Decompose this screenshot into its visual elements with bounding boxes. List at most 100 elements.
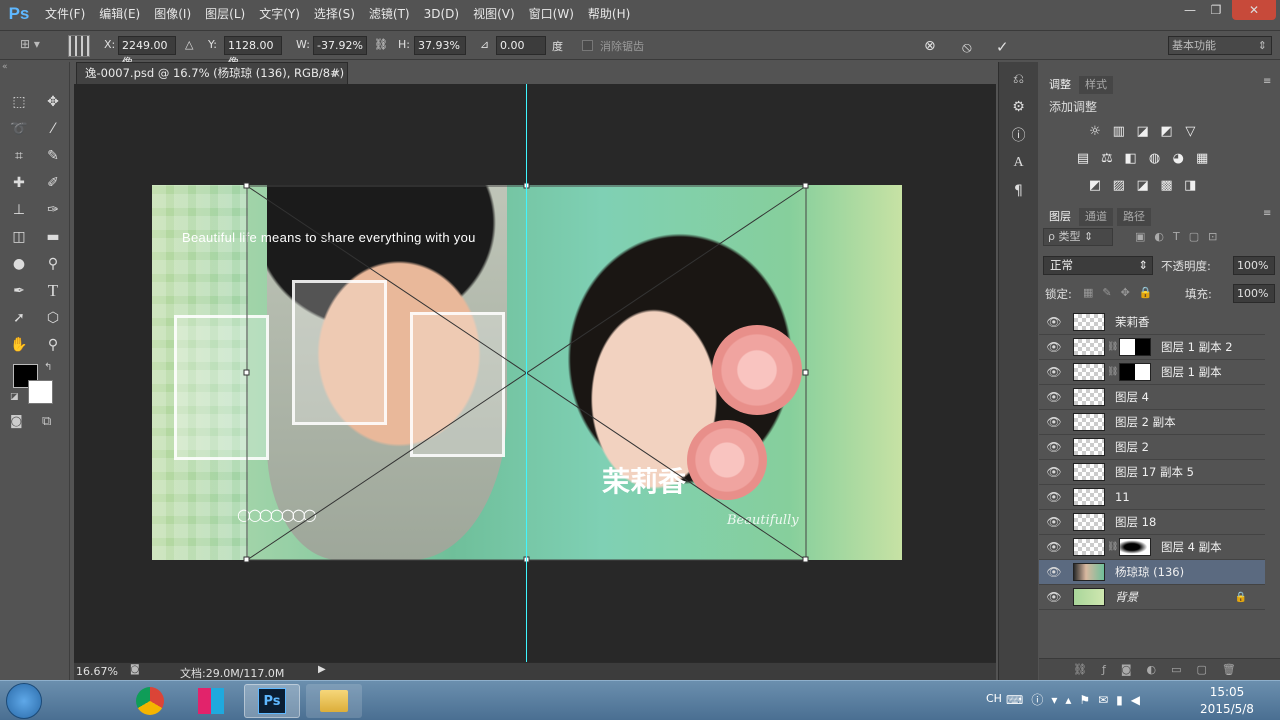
move-tool-icon[interactable]: ✥ bbox=[40, 90, 66, 114]
brightness-icon[interactable]: ☼ bbox=[1085, 122, 1105, 140]
hue-saturation-icon[interactable]: ▤ bbox=[1073, 149, 1093, 167]
blend-mode-select[interactable]: 正常 ⇕ bbox=[1043, 256, 1153, 275]
eraser-tool-icon[interactable]: ◫ bbox=[6, 225, 32, 249]
menu-view[interactable]: 视图(V) bbox=[466, 0, 522, 28]
eye-icon[interactable]: 👁 bbox=[1039, 390, 1069, 404]
tab-layers[interactable]: 图层 bbox=[1043, 208, 1077, 226]
gradient-tool-icon[interactable]: ▬ bbox=[40, 225, 66, 249]
clock-time[interactable]: 15:05 bbox=[1200, 685, 1254, 699]
transform-preset-icon[interactable]: ⊞ ▾ bbox=[20, 37, 56, 55]
collapse-icon[interactable]: « bbox=[2, 62, 8, 72]
layer-row[interactable]: 👁 ⛓ 图层 1 副本 bbox=[1039, 360, 1265, 385]
quick-select-tool-icon[interactable]: ⁄ bbox=[40, 117, 66, 141]
color-balance-icon[interactable]: ⚖ bbox=[1097, 149, 1117, 167]
character-panel-icon[interactable]: A bbox=[1007, 152, 1031, 174]
width-input[interactable]: -37.92% bbox=[313, 36, 367, 55]
invert-icon[interactable]: ◩ bbox=[1085, 176, 1105, 194]
layer-row[interactable]: 👁 ⛓ 图层 4 副本 bbox=[1039, 535, 1265, 560]
quick-mask-icon[interactable]: ◙ bbox=[10, 414, 23, 429]
explorer-taskbar-button[interactable] bbox=[306, 684, 362, 718]
crop-tool-icon[interactable]: ⌗ bbox=[6, 144, 32, 168]
photoshop-taskbar-button[interactable]: Ps bbox=[244, 684, 300, 718]
store-taskbar-button[interactable] bbox=[183, 684, 239, 718]
eye-icon[interactable]: 👁 bbox=[1039, 340, 1069, 354]
layer-row[interactable]: 👁 图层 18 bbox=[1039, 510, 1265, 535]
eye-icon[interactable]: 👁 bbox=[1039, 515, 1069, 529]
tab-styles[interactable]: 样式 bbox=[1079, 76, 1113, 94]
brush-tool-icon[interactable]: ✐ bbox=[40, 171, 66, 195]
lock-icons[interactable]: ▦✎✥🔒 bbox=[1083, 286, 1162, 299]
transform-handle[interactable] bbox=[802, 556, 809, 563]
eye-icon[interactable]: 👁 bbox=[1039, 440, 1069, 454]
reference-point-icon[interactable] bbox=[68, 35, 90, 57]
marquee-tool-icon[interactable]: ⬚ bbox=[6, 90, 32, 114]
y-input[interactable]: 1128.00 像 bbox=[224, 36, 282, 69]
angle-input[interactable]: 0.00 bbox=[496, 36, 546, 55]
menu-type[interactable]: 文字(Y) bbox=[252, 0, 307, 28]
document-tab[interactable]: 逸-0007.psd @ 16.7% (杨琼琼 (136), RGB/8#) × bbox=[76, 62, 348, 84]
commit-transform-icon[interactable]: ✓ bbox=[996, 38, 1009, 56]
info-panel-icon[interactable]: ⓘ bbox=[1007, 124, 1031, 146]
posterize-icon[interactable]: ▨ bbox=[1109, 176, 1129, 194]
restore-button[interactable]: ❐ bbox=[1198, 0, 1234, 20]
transform-handle[interactable] bbox=[243, 556, 250, 563]
vibrance-icon[interactable]: ▽ bbox=[1180, 122, 1200, 140]
fill-input[interactable]: 100% bbox=[1233, 284, 1275, 303]
layer-filter-select[interactable]: ρ 类型 ⇕ bbox=[1043, 228, 1113, 246]
layer-row[interactable]: 👁 11 bbox=[1039, 485, 1265, 510]
selective-color-icon[interactable]: ▩ bbox=[1156, 176, 1176, 194]
history-panel-icon[interactable]: ⎌ bbox=[1007, 68, 1031, 90]
layer-row[interactable]: 👁 茉莉香 bbox=[1039, 310, 1265, 335]
eyedropper-tool-icon[interactable]: ✎ bbox=[40, 144, 66, 168]
eye-icon[interactable]: 👁 bbox=[1039, 540, 1069, 554]
clone-stamp-icon[interactable]: ⊥ bbox=[6, 198, 32, 222]
cancel-transform-icon[interactable]: ⦸ bbox=[962, 38, 972, 56]
menu-3d[interactable]: 3D(D) bbox=[417, 0, 466, 28]
eye-icon[interactable]: 👁 bbox=[1039, 365, 1069, 379]
status-menu-icon[interactable]: ◙ bbox=[130, 664, 140, 675]
paragraph-panel-icon[interactable]: ¶ bbox=[1007, 180, 1031, 202]
eye-icon[interactable]: 👁 bbox=[1039, 565, 1069, 579]
menu-filter[interactable]: 滤镜(T) bbox=[362, 0, 417, 28]
color-lookup-icon[interactable]: ▦ bbox=[1192, 149, 1212, 167]
workspace-select[interactable]: 基本功能 ⇕ bbox=[1168, 36, 1272, 55]
eye-icon[interactable]: 👁 bbox=[1039, 415, 1069, 429]
canvas-area[interactable]: Beautiful life means to share everything… bbox=[74, 84, 996, 662]
panel-menu-icon[interactable]: ≡ bbox=[1263, 76, 1271, 87]
pen-tool-icon[interactable]: ✒ bbox=[6, 279, 32, 303]
layer-row[interactable]: 👁 图层 2 副本 bbox=[1039, 410, 1265, 435]
tab-adjustments[interactable]: 调整 bbox=[1043, 76, 1077, 94]
layer-row-selected[interactable]: 👁 杨琼琼 (136) bbox=[1039, 560, 1265, 585]
blur-tool-icon[interactable]: ● bbox=[6, 252, 32, 276]
layer-actions-bar[interactable]: ⛓ƒ◙◐▭▢🗑 bbox=[1039, 658, 1280, 680]
menu-image[interactable]: 图像(I) bbox=[147, 0, 198, 28]
panel-menu-icon[interactable]: ≡ bbox=[1263, 208, 1271, 219]
layer-row[interactable]: 👁 ⛓ 图层 1 副本 2 bbox=[1039, 335, 1265, 360]
zoom-tool-icon[interactable]: ⚲ bbox=[40, 333, 66, 357]
antialias-checkbox[interactable] bbox=[582, 40, 593, 51]
menu-file[interactable]: 文件(F) bbox=[38, 0, 92, 28]
eye-icon[interactable]: 👁 bbox=[1039, 315, 1069, 329]
photo-filter-icon[interactable]: ◍ bbox=[1144, 149, 1164, 167]
x-input[interactable]: 2249.00 像 bbox=[118, 36, 176, 69]
chrome-taskbar-button[interactable] bbox=[122, 684, 178, 718]
height-input[interactable]: 37.93% bbox=[414, 36, 466, 55]
swap-colors-icon[interactable]: ↰ bbox=[44, 362, 52, 373]
filter-icons[interactable]: ▣◐T▢⊡ bbox=[1135, 230, 1226, 243]
status-arrow-icon[interactable]: ▶ bbox=[318, 664, 326, 675]
vertical-guide[interactable] bbox=[526, 84, 527, 662]
transform-box[interactable] bbox=[74, 84, 996, 662]
link-icon[interactable]: ⛓ bbox=[374, 38, 388, 51]
clock-date[interactable]: 2015/5/8 bbox=[1196, 702, 1258, 716]
channel-mixer-icon[interactable]: ◕ bbox=[1168, 149, 1188, 167]
menu-select[interactable]: 选择(S) bbox=[307, 0, 362, 28]
black-white-icon[interactable]: ◧ bbox=[1121, 149, 1141, 167]
menu-edit[interactable]: 编辑(E) bbox=[92, 0, 147, 28]
close-tab-icon[interactable]: × bbox=[331, 63, 341, 83]
tray-icons[interactable]: ⌨ⓘ▾▴⚑✉▮◀ bbox=[1006, 691, 1148, 708]
curves-icon[interactable]: ◪ bbox=[1133, 122, 1153, 140]
transform-handle[interactable] bbox=[243, 182, 250, 189]
history-brush-icon[interactable]: ✑ bbox=[40, 198, 66, 222]
background-color-swatch[interactable] bbox=[28, 380, 53, 404]
menu-window[interactable]: 窗口(W) bbox=[522, 0, 581, 28]
